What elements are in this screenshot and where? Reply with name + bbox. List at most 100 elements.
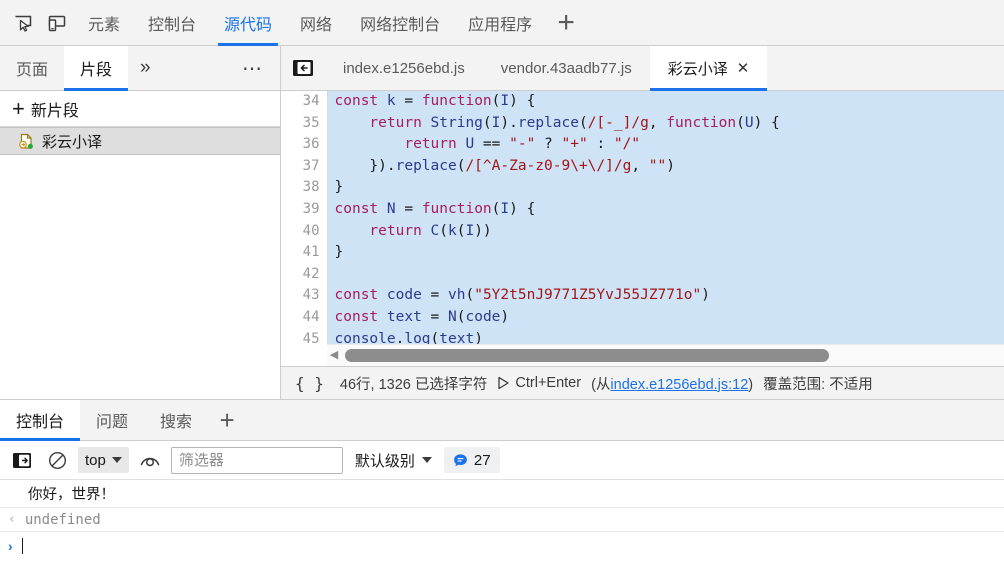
code-line[interactable]: 40 return C(k(I)) <box>281 220 1004 243</box>
new-snippet-button[interactable]: + 新片段 <box>0 91 280 127</box>
code-line[interactable]: 42 <box>281 263 1004 286</box>
main-tab-network[interactable]: 网络 <box>286 0 346 46</box>
snippet-file-icon <box>18 133 35 150</box>
navigator-options-icon[interactable]: ⋯ <box>226 46 280 90</box>
main-tab-console[interactable]: 控制台 <box>134 0 210 46</box>
run-snippet-button[interactable]: Ctrl+Enter <box>497 375 581 391</box>
code-line[interactable]: 37 }).replace(/[^A-Za-z0-9\+\/]/g, "") <box>281 155 1004 178</box>
main-tab-label: 网络 <box>300 16 333 34</box>
code-scroll-area: 34 const k = function(I) {35 return Strin… <box>281 91 1004 344</box>
code-token: "" <box>648 157 667 174</box>
code-line[interactable]: 41} <box>281 242 1004 264</box>
code-token: U <box>744 114 754 131</box>
code-line-content[interactable]: } <box>327 177 1004 199</box>
code-line[interactable]: 36 return U == "-" ? "+" : "/" <box>281 134 1004 156</box>
code-token: == <box>474 136 510 153</box>
message-count-badge[interactable]: 27 <box>443 447 500 473</box>
line-number: 40 <box>281 220 328 243</box>
result-arrow-icon: ‹ <box>8 512 16 527</box>
code-token: ) <box>666 157 675 174</box>
scrollbar-track[interactable] <box>341 345 1004 367</box>
line-number: 34 <box>281 91 328 113</box>
drawer-tab-console[interactable]: 控制台 <box>0 400 81 441</box>
console-message-log: 你好，世界！ <box>0 480 1004 508</box>
snippet-file-glyph <box>19 133 33 149</box>
code-editor[interactable]: 34 const k = function(I) {35 return Strin… <box>281 91 1004 366</box>
editor-horizontal-scrollbar[interactable]: ◀ <box>327 344 1004 366</box>
console-prompt[interactable]: › <box>0 532 1004 556</box>
drawer-tab-label: 控制台 <box>16 414 65 431</box>
drawer-tab-search[interactable]: 搜索 <box>144 400 208 440</box>
main-tab-elements[interactable]: 元素 <box>74 0 134 46</box>
drawer-tab-issues[interactable]: 问题 <box>80 400 144 440</box>
code-line-content[interactable]: }).replace(/[^A-Za-z0-9\+\/]/g, "") <box>327 156 1004 178</box>
code-line[interactable]: 43 const code = vh("5Y2t5nJ9771Z5YvJ55JZ7… <box>281 285 1004 307</box>
code-token: "/" <box>613 136 641 153</box>
code-line[interactable]: 35 return String(I).replace(/[-_]/g, fun… <box>281 112 1004 135</box>
execution-context-value: top <box>85 451 106 469</box>
console-sidebar-icon[interactable] <box>8 447 36 473</box>
code-token: )) <box>474 222 492 239</box>
pretty-print-button[interactable]: { } <box>289 374 330 393</box>
code-line-content[interactable]: const k = function(I) { <box>327 91 1004 113</box>
main-tab-application[interactable]: 应用程序 <box>454 0 546 46</box>
console-output[interactable]: 你好，世界！ ‹ undefined › <box>0 480 1004 581</box>
navigator-more-tabs-icon[interactable]: » <box>128 46 163 90</box>
code-token: , <box>648 114 667 131</box>
line-number: 41 <box>281 242 328 264</box>
code-line-content[interactable]: } <box>327 242 1004 264</box>
console-filter-input[interactable] <box>170 446 343 474</box>
navigator-tab-page[interactable]: 页面 <box>0 46 64 90</box>
main-tab-sources[interactable]: 源代码 <box>210 0 286 46</box>
editor-tab-vendor-js[interactable]: vendor.43aadb77.js <box>483 46 650 90</box>
run-from-link[interactable]: index.e1256ebd.js:12 <box>610 377 748 393</box>
execution-context-select[interactable]: top <box>78 447 129 473</box>
line-number: 36 <box>281 134 328 156</box>
editor-tab-index-js[interactable]: index.e1256ebd.js <box>325 46 483 90</box>
clear-console-icon[interactable] <box>43 447 71 473</box>
editor-tab-label: vendor.43aadb77.js <box>500 59 632 77</box>
main-tab-network-console[interactable]: 网络控制台 <box>346 0 454 46</box>
code-line[interactable]: 45 console.log(text) <box>281 328 1004 344</box>
scroll-left-icon[interactable]: ◀ <box>327 350 341 361</box>
code-line-content[interactable]: const code = vh("5Y2t5nJ9771Z5YvJ55JZ771… <box>327 285 1004 307</box>
main-tab-label: 元素 <box>88 16 121 34</box>
snippet-list-item[interactable]: 彩云小译 <box>0 127 280 155</box>
live-expression-icon[interactable] <box>136 447 164 473</box>
navigator-tab-snippets[interactable]: 片段 <box>64 46 129 91</box>
snippet-label: 彩云小译 <box>42 133 103 151</box>
add-panel-button[interactable]: + <box>546 0 586 46</box>
code-line-content[interactable]: console.log(text) <box>327 329 1004 344</box>
line-number: 38 <box>281 177 328 199</box>
code-line[interactable]: 44 const text = N(code) <box>281 306 1004 329</box>
text-cursor <box>21 538 23 554</box>
device-toolbar-icon[interactable] <box>40 6 74 40</box>
line-number: 44 <box>281 306 328 329</box>
code-line-content[interactable]: return C(k(I)) <box>327 221 1004 243</box>
code-line-content[interactable]: return String(I).replace(/[-_]/g, functi… <box>327 113 1004 135</box>
code-line-content[interactable]: const text = N(code) <box>327 307 1004 329</box>
code-line[interactable]: 34 const k = function(I) { <box>281 91 1004 113</box>
sources-panel: 页面 片段 » ⋯ + 新片段 彩云小译 index.e1256ebd.js v… <box>0 46 1004 400</box>
close-icon[interactable]: ✕ <box>737 61 750 76</box>
editor-tab-snippet[interactable]: 彩云小译 ✕ <box>649 46 768 91</box>
code-line-content[interactable]: const N = function(I) { <box>327 199 1004 221</box>
add-drawer-tab-button[interactable]: + <box>208 400 246 440</box>
log-level-select[interactable]: 默认级别 <box>350 447 437 473</box>
navigator-tab-label: 页面 <box>16 62 49 79</box>
code-line[interactable]: 39 const N = function(I) { <box>281 198 1004 221</box>
code-line-content[interactable] <box>327 264 1004 286</box>
console-message-result: ‹ undefined <box>0 508 1004 532</box>
code-line-content[interactable]: return U == "-" ? "+" : "/" <box>327 134 1004 156</box>
scrollbar-thumb[interactable] <box>345 348 829 362</box>
coverage-label: 覆盖范围: 不适用 <box>763 376 873 393</box>
inspect-element-icon[interactable] <box>6 6 40 40</box>
back-arrow-icon[interactable] <box>281 46 325 90</box>
line-number: 37 <box>281 155 328 178</box>
devtools-window: 元素 控制台 源代码 网络 网络控制台 应用程序 + 页面 片段 » ⋯ + 新… <box>0 0 1004 581</box>
code-token: replace <box>517 114 579 131</box>
code-token: = <box>395 200 422 217</box>
code-line[interactable]: 38} <box>281 177 1004 199</box>
